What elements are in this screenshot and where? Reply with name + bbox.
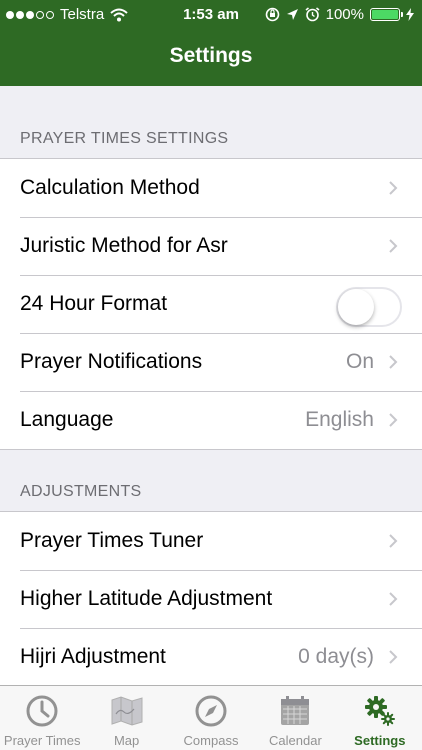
row-value: 0 day(s): [298, 645, 374, 668]
row-label: Calculation Method: [20, 176, 200, 199]
tab-label: Settings: [354, 733, 406, 748]
battery-percent: 100%: [325, 6, 364, 23]
clock-icon: [26, 695, 58, 727]
page-title: Settings: [169, 44, 253, 67]
row-label: Prayer Notifications: [20, 350, 203, 373]
section-header-adjustments: ADJUSTMENTS: [20, 483, 142, 500]
tab-label: Compass: [183, 733, 239, 748]
chevron-right-icon: [389, 355, 398, 369]
gears-icon: [364, 696, 395, 726]
chevron-right-icon: [389, 650, 398, 664]
settings-row-prayer-times-tuner[interactable]: Prayer Times Tuner: [0, 512, 422, 570]
settings-row-hijri-adjustment[interactable]: Hijri Adjustment 0 day(s): [0, 628, 422, 686]
tab-bar: Prayer Times Map Compass Calendar Settin…: [0, 685, 422, 750]
row-label: Higher Latitude Adjustment: [20, 587, 273, 610]
row-label: 24 Hour Format: [20, 292, 168, 315]
orientation-lock-icon: [265, 7, 279, 22]
24-hour-format-toggle[interactable]: [336, 287, 402, 327]
location-arrow-icon: [286, 9, 298, 20]
calendar-icon: [281, 696, 310, 725]
tab-map[interactable]: Map: [84, 686, 168, 750]
row-label: Prayer Times Tuner: [20, 529, 204, 552]
row-label: Hijri Adjustment: [20, 645, 166, 668]
section-header-prayer-times: PRAYER TIMES SETTINGS: [20, 130, 229, 147]
row-value: On: [345, 350, 374, 373]
chevron-right-icon: [389, 592, 398, 606]
row-value: English: [305, 408, 374, 431]
settings-row-language[interactable]: Language English: [0, 391, 422, 449]
row-label: Language: [20, 408, 114, 431]
tab-prayer-times[interactable]: Prayer Times: [0, 686, 84, 750]
tab-compass[interactable]: Compass: [169, 686, 253, 750]
battery-icon: [370, 8, 403, 21]
settings-row-higher-latitude[interactable]: Higher Latitude Adjustment: [0, 570, 422, 628]
tab-label: Map: [113, 733, 140, 748]
settings-row-calculation-method[interactable]: Calculation Method: [0, 159, 422, 217]
map-icon: [111, 696, 143, 726]
charging-icon: [406, 8, 414, 21]
tab-label: Prayer Times: [3, 733, 81, 748]
chevron-right-icon: [389, 239, 398, 253]
row-label: Juristic Method for Asr: [20, 234, 228, 257]
tab-calendar[interactable]: Calendar: [253, 686, 337, 750]
alarm-icon: [305, 7, 320, 22]
chevron-right-icon: [389, 181, 398, 195]
chevron-right-icon: [389, 413, 398, 427]
settings-row-24-hour-format: 24 Hour Format: [0, 275, 422, 333]
status-right: 100%: [265, 6, 414, 23]
settings-row-juristic-method[interactable]: Juristic Method for Asr: [0, 217, 422, 275]
settings-row-prayer-notifications[interactable]: Prayer Notifications On: [0, 333, 422, 391]
battery-level: [372, 10, 398, 19]
prayer-times-settings-group: Calculation Method Juristic Method for A…: [0, 158, 422, 450]
adjustments-group: Prayer Times Tuner Higher Latitude Adjus…: [0, 511, 422, 687]
chevron-right-icon: [389, 534, 398, 548]
status-bar: Telstra 1:53 am 100%: [0, 0, 422, 30]
tab-label: Calendar: [269, 733, 322, 748]
compass-icon: [195, 695, 227, 727]
top-bar: Telstra 1:53 am 100% Settings: [0, 0, 422, 86]
tab-settings[interactable]: Settings: [338, 686, 422, 750]
toggle-knob: [338, 289, 374, 325]
